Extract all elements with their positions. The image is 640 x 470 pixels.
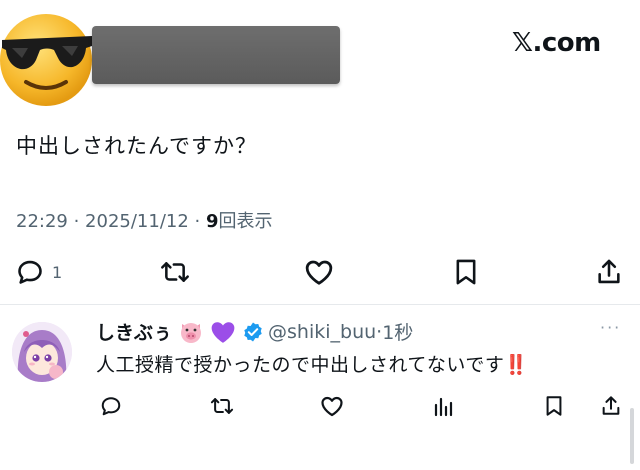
reply-bookmark-button[interactable] — [544, 392, 564, 420]
retweet-button[interactable] — [160, 250, 190, 294]
view-count: 9 — [205, 211, 219, 232]
verified-badge-icon — [242, 321, 264, 343]
reply-analytics-button[interactable] — [432, 392, 454, 420]
reply-like-button[interactable] — [320, 392, 344, 420]
purple-heart-icon — [210, 320, 236, 344]
retweet-icon — [161, 262, 189, 282]
reply-icon — [101, 397, 121, 416]
reply-avatar[interactable] — [12, 322, 72, 382]
heart-icon — [321, 396, 343, 417]
more-options-button[interactable]: ··· — [600, 318, 621, 337]
reply-reply-button[interactable] — [100, 392, 122, 420]
bookmark-icon — [456, 259, 476, 285]
tweet-time[interactable]: 22:29 — [16, 211, 68, 232]
x-brand-logo: 𝕏.com — [512, 28, 601, 58]
reply-button[interactable]: 1 — [16, 250, 62, 294]
bookmark-button[interactable] — [454, 250, 478, 294]
meta-separator: · — [188, 211, 206, 232]
redacted-username-bar — [92, 26, 340, 84]
reply-body: 人工授精で授かったので中出しされてないです — [96, 354, 505, 376]
reply-handle[interactable]: @shiki_buu — [268, 321, 376, 343]
tweet-action-bar: 1 — [0, 250, 640, 294]
view-count-label: 回表示 — [218, 211, 273, 232]
scrollbar[interactable] — [630, 408, 634, 464]
bookmark-icon — [546, 396, 562, 416]
tweet-date[interactable]: 2025/11/12 — [85, 211, 189, 232]
meta-separator: · — [67, 211, 86, 232]
tweet-text: 中出しされたんですか？ — [16, 134, 257, 158]
pig-face-icon — [178, 320, 204, 344]
like-button[interactable] — [304, 250, 334, 294]
double-exclamation-icon: ‼️ — [504, 354, 529, 376]
reply-count: 1 — [52, 262, 63, 282]
tweet-meta: 22:29 · 2025/11/12 · 9回表示 — [16, 207, 273, 233]
share-button[interactable] — [596, 250, 622, 294]
divider — [0, 304, 640, 305]
share-icon — [602, 396, 620, 415]
reply-header: しきぶぅ @shiki_buu · 1秒 — [96, 318, 413, 345]
reply-retweet-button[interactable] — [210, 392, 234, 420]
reply-action-bar — [0, 392, 640, 420]
share-icon — [598, 259, 620, 284]
retweet-icon — [210, 398, 234, 414]
reply-share-button[interactable] — [600, 392, 622, 420]
reply-display-name[interactable]: しきぶぅ — [96, 318, 172, 345]
reply-text: 人工授精で授かったので中出しされてないです‼️ — [96, 350, 529, 377]
reply-time[interactable]: 1秒 — [382, 318, 413, 345]
avatar-sunglasses-emoji[interactable] — [0, 2, 96, 114]
reply-icon — [18, 260, 42, 284]
heart-icon — [305, 260, 333, 285]
analytics-icon — [434, 397, 453, 417]
